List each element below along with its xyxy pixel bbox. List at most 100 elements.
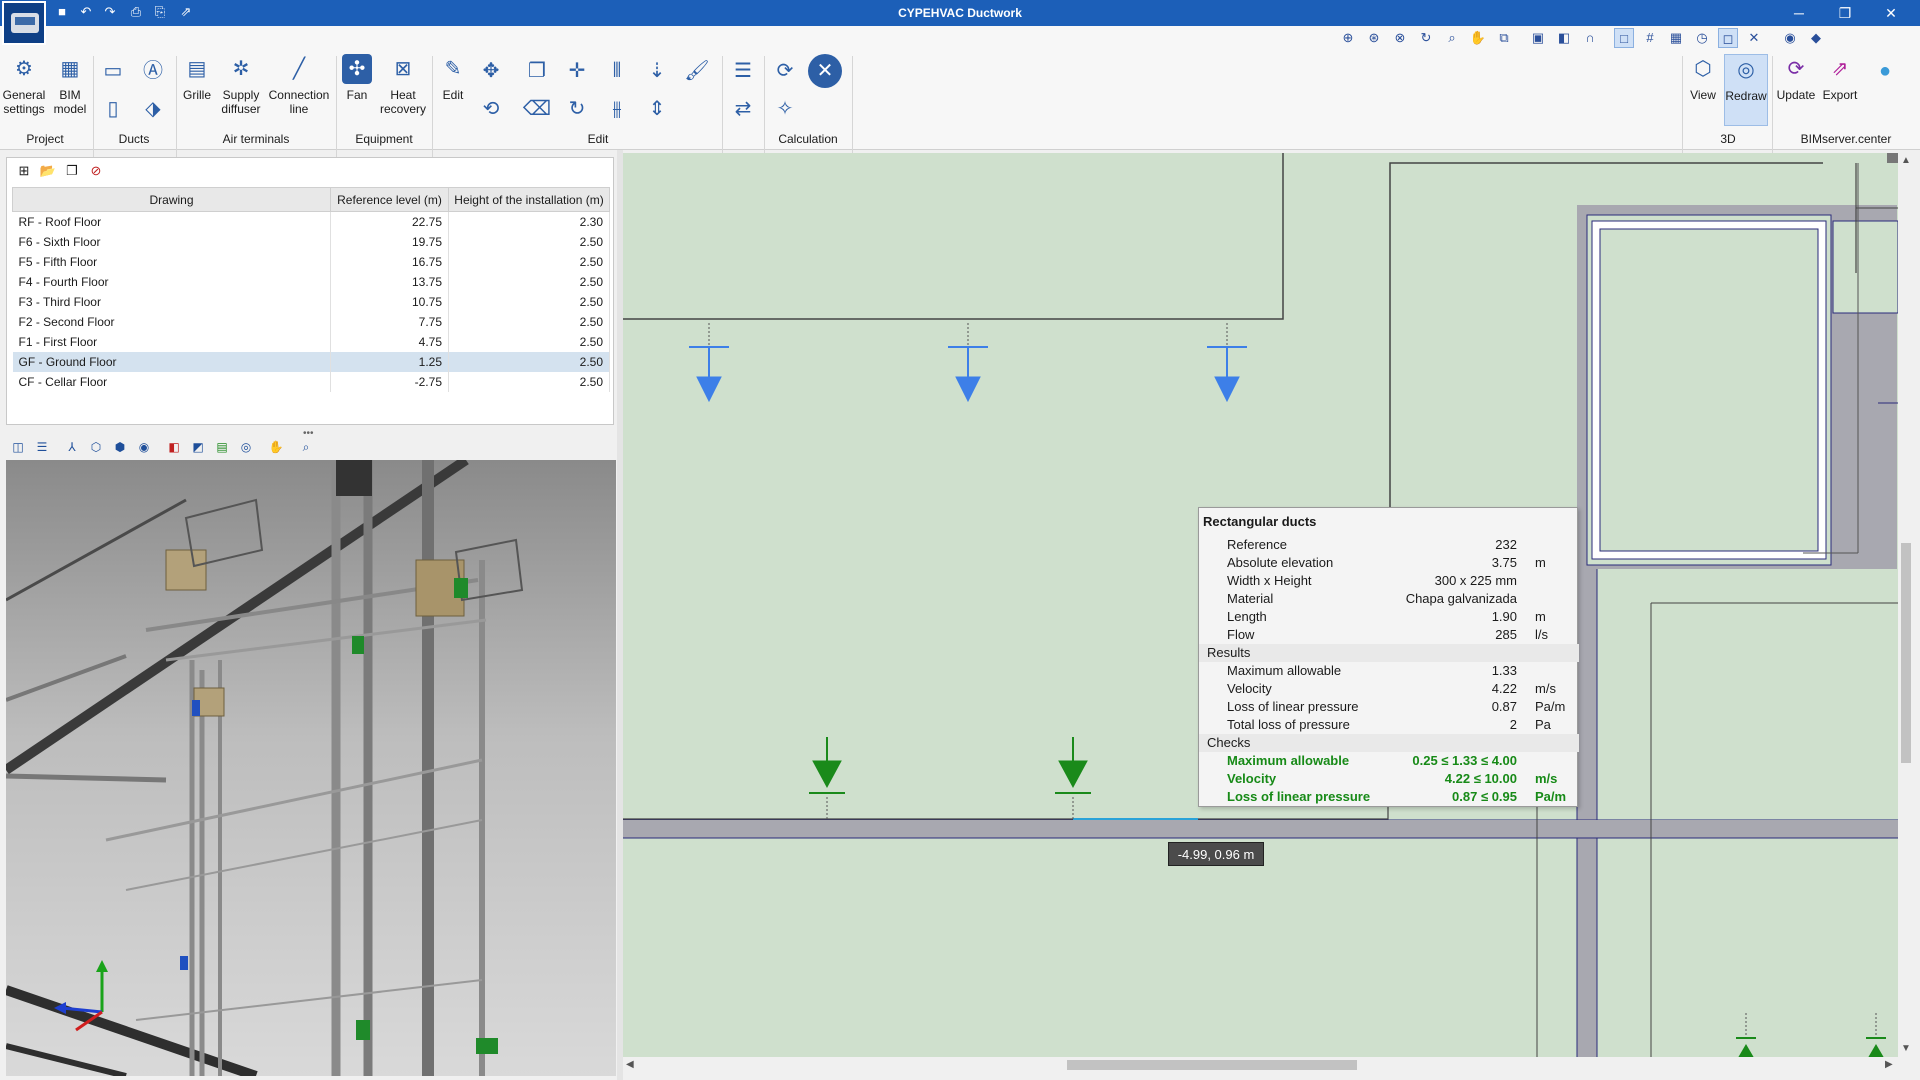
move-icon[interactable]: ✛ (560, 54, 594, 88)
update-button[interactable]: ⟳ Update (1774, 54, 1818, 102)
calculate-icon[interactable]: ⟳ (768, 54, 802, 88)
rotate-element-icon[interactable]: ↻ (560, 92, 594, 126)
floors-view-icon[interactable]: ☰ (32, 437, 52, 457)
measure-icon[interactable]: ⇄ (726, 92, 760, 126)
magic-wand-icon[interactable]: ✧ (768, 92, 802, 126)
view-3d-icon[interactable]: ◫ (8, 437, 28, 457)
add-floor-icon[interactable]: ⊞ (14, 161, 34, 181)
floor-name: F1 - First Floor (12, 331, 331, 352)
selection-mode-icon[interactable]: □ (1614, 28, 1634, 48)
app-logo[interactable] (2, 1, 46, 45)
ap-fitting-icon[interactable]: ⬗ (136, 92, 170, 126)
floor-height: 2.50 (448, 231, 610, 252)
column-header-installation-height[interactable]: Height of the installation (m) (448, 187, 610, 212)
delete-results-icon[interactable]: ✕ (808, 54, 842, 88)
bim-model-button[interactable]: ▦ BIM model (48, 54, 92, 116)
heat-recovery-button[interactable]: ⊠ Heat recovery (378, 54, 428, 116)
tooltip-icon[interactable]: ◻ (1718, 28, 1738, 48)
pan-hand-icon[interactable]: ✋ (1468, 28, 1488, 48)
table-row[interactable]: F5 - Fifth Floor 16.75 2.50 (12, 251, 610, 272)
vertical-scroll-thumb[interactable] (1901, 543, 1911, 763)
floor-height: 2.50 (448, 311, 610, 332)
move-vertex-icon[interactable]: ✥ (474, 54, 508, 88)
table-row[interactable]: F6 - Sixth Floor 19.75 2.50 (12, 231, 610, 252)
scroll-right-icon[interactable]: ▶ (1885, 1059, 1893, 1070)
dxf-icon[interactable]: ◧ (1554, 28, 1574, 48)
ap-duct-icon[interactable]: Ⓐ (136, 54, 170, 88)
eye-icon[interactable]: ◎ (236, 437, 256, 457)
zoom-in-icon[interactable]: ⊗ (1390, 28, 1410, 48)
clip-icon[interactable]: ◩ (188, 437, 208, 457)
search-icon[interactable]: ⌕ (296, 437, 316, 457)
close-button[interactable]: ✕ (1868, 0, 1914, 26)
help-globe-icon[interactable]: ◉ (1780, 28, 1800, 48)
paint-brush-icon[interactable]: 🖌 (680, 54, 714, 88)
layers-icon[interactable]: ⧉ (1494, 28, 1514, 48)
layers-list-icon[interactable]: ☰ (726, 54, 760, 88)
copy-floor-icon[interactable]: ❐ (62, 161, 82, 181)
delete-floor-icon[interactable]: ⊘ (86, 161, 106, 181)
export-button[interactable]: ⇗ Export (1818, 54, 1862, 102)
isometric-icon[interactable]: ⬢ (110, 437, 130, 457)
section-icon[interactable]: ◧ (164, 437, 184, 457)
rectangular-duct-icon[interactable]: ▭ (96, 54, 130, 88)
grille-button[interactable]: ▤ Grille (178, 54, 216, 102)
floor-name: GF - Ground Floor (12, 351, 331, 372)
distribute-icon[interactable]: ⇕ (640, 92, 674, 126)
table-row[interactable]: F2 - Second Floor 7.75 2.50 (12, 311, 610, 332)
tooltip-section-results: Results (1199, 644, 1579, 662)
maximize-button[interactable]: ❐ (1822, 0, 1868, 26)
history-icon[interactable]: ◷ (1692, 28, 1712, 48)
column-header-reference-level[interactable]: Reference level (m) (330, 187, 449, 212)
cube-view-icon[interactable]: ⬡ (86, 437, 106, 457)
copy-icon[interactable]: ❐ (520, 54, 554, 88)
zoom-all-icon[interactable]: ⊛ (1364, 28, 1384, 48)
gear-icon: ⚙ (15, 58, 33, 80)
scroll-up-icon[interactable]: ▲ (1901, 155, 1911, 166)
table-row[interactable]: RF - Roof Floor 22.75 2.30 (12, 211, 610, 232)
scroll-left-icon[interactable]: ◀ (626, 1059, 634, 1070)
minimize-button[interactable]: ─ (1776, 0, 1822, 26)
3d-viewer[interactable] (6, 460, 616, 1076)
grid-icon[interactable]: # (1640, 28, 1660, 48)
floor-level: 13.75 (330, 271, 449, 292)
layer-filter-icon[interactable]: ▤ (212, 437, 232, 457)
table-row[interactable]: F1 - First Floor 4.75 2.50 (12, 331, 610, 352)
tools-icon[interactable]: ✕ (1744, 28, 1764, 48)
vertical-scrollbar[interactable]: ▲ ▼ (1898, 153, 1914, 1057)
open-folder-icon[interactable]: 📂 (38, 161, 58, 181)
connection-line-button[interactable]: ╱ Connection line (264, 54, 334, 116)
floor-height: 2.50 (448, 251, 610, 272)
info-icon[interactable]: ◆ (1806, 28, 1826, 48)
erase-icon[interactable]: ⌫ (520, 92, 554, 126)
fan-button[interactable]: ✣ Fan (338, 54, 376, 102)
view-button[interactable]: ⬡ View (1684, 54, 1722, 102)
table-row-selected[interactable]: GF - Ground Floor 1.25 2.50 (12, 351, 610, 372)
column-header-drawing[interactable]: Drawing (12, 187, 331, 212)
magnet-icon[interactable]: ∩ (1580, 28, 1600, 48)
visibility-icon[interactable]: ◉ (134, 437, 154, 457)
general-settings-button[interactable]: ⚙ General settings (2, 54, 46, 116)
table-row[interactable]: CF - Cellar Floor -2.75 2.50 (12, 371, 610, 392)
elevation-icon[interactable]: ⇣ (640, 54, 674, 88)
table-row[interactable]: F3 - Third Floor 10.75 2.50 (12, 291, 610, 312)
rotate-icon[interactable]: ⟲ (474, 92, 508, 126)
table-row[interactable]: F4 - Fourth Floor 13.75 2.50 (12, 271, 610, 292)
horizontal-scroll-thumb[interactable] (1067, 1060, 1357, 1070)
axes-icon[interactable]: ⅄ (62, 437, 82, 457)
refresh-view-icon[interactable]: ↻ (1416, 28, 1436, 48)
edit-button[interactable]: ✎ Edit (434, 54, 472, 102)
supply-diffuser-button[interactable]: ✲ Supply diffuser (218, 54, 264, 116)
redraw-button[interactable]: ◎ Redraw (1724, 54, 1768, 126)
hand-pan-icon[interactable]: ✋ (266, 437, 286, 457)
image-icon[interactable]: ▣ (1528, 28, 1548, 48)
table-icon[interactable]: ▦ (1666, 28, 1686, 48)
horizontal-scrollbar[interactable]: ◀ ▶ (623, 1057, 1898, 1073)
align-icon[interactable]: ⫵ (600, 92, 634, 126)
scroll-down-icon[interactable]: ▼ (1901, 1043, 1911, 1054)
circular-duct-icon[interactable]: ▯ (96, 92, 130, 126)
magnifier-icon[interactable]: ⌕ (1442, 28, 1462, 48)
mirror-icon[interactable]: ⫴ (600, 54, 634, 88)
user-avatar-icon[interactable]: ● (1868, 54, 1902, 88)
zoom-window-icon[interactable]: ⊕ (1338, 28, 1358, 48)
